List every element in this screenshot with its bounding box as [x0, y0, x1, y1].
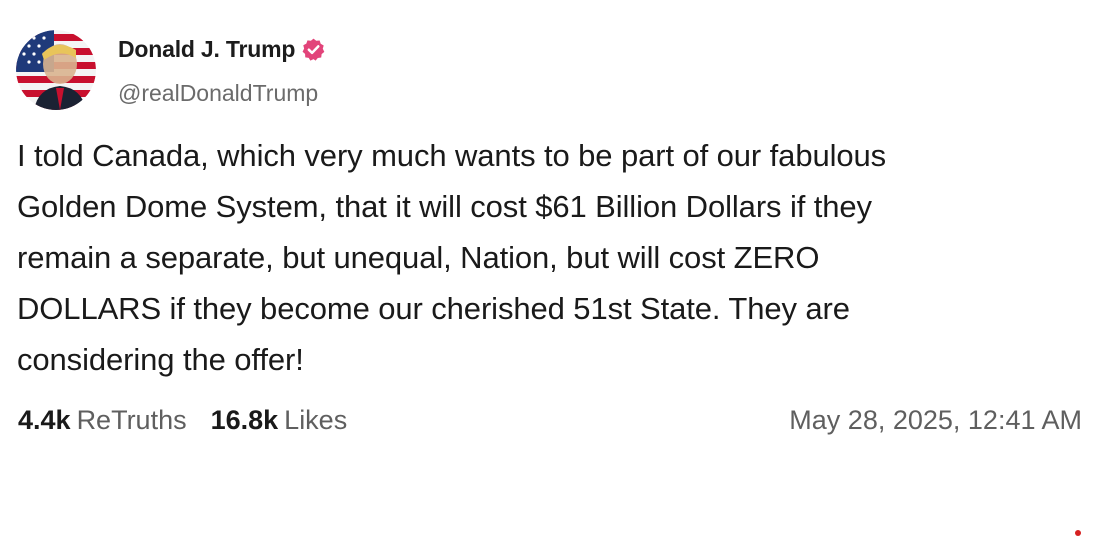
author-name-row: Donald J. Trump	[118, 36, 326, 63]
retruths-label: ReTruths	[76, 405, 187, 435]
post-stats: 4.4k ReTruths 16.8k Likes	[18, 405, 347, 436]
likes-stat[interactable]: 16.8k Likes	[211, 405, 348, 436]
avatar[interactable]	[16, 30, 96, 110]
post-body-line: I told Canada, which very much wants to …	[17, 138, 887, 173]
avatar-image	[16, 30, 96, 110]
verified-badge-icon	[301, 37, 326, 62]
corner-dot	[1075, 530, 1081, 536]
post-body: I told Canada, which very much wants to …	[17, 130, 1077, 385]
likes-label: Likes	[284, 405, 348, 435]
likes-count: 16.8k	[210, 405, 279, 435]
truth-social-post: Donald J. Trump @realDonaldTrump I told …	[0, 0, 1100, 546]
post-body-line: DOLLARS if they become our cherished 51s…	[17, 291, 850, 326]
post-body-line: remain a separate, but unequal, Nation, …	[17, 240, 820, 275]
author-handle[interactable]: @realDonaldTrump	[118, 80, 318, 107]
author-display-name[interactable]: Donald J. Trump	[118, 36, 295, 63]
post-timestamp[interactable]: May 28, 2025, 12:41 AM	[789, 405, 1082, 436]
post-body-line: Golden Dome System, that it will cost $6…	[17, 189, 872, 224]
retruths-count: 4.4k	[18, 405, 71, 435]
post-body-line: considering the offer!	[17, 342, 304, 377]
retruths-stat[interactable]: 4.4k ReTruths	[18, 405, 187, 436]
